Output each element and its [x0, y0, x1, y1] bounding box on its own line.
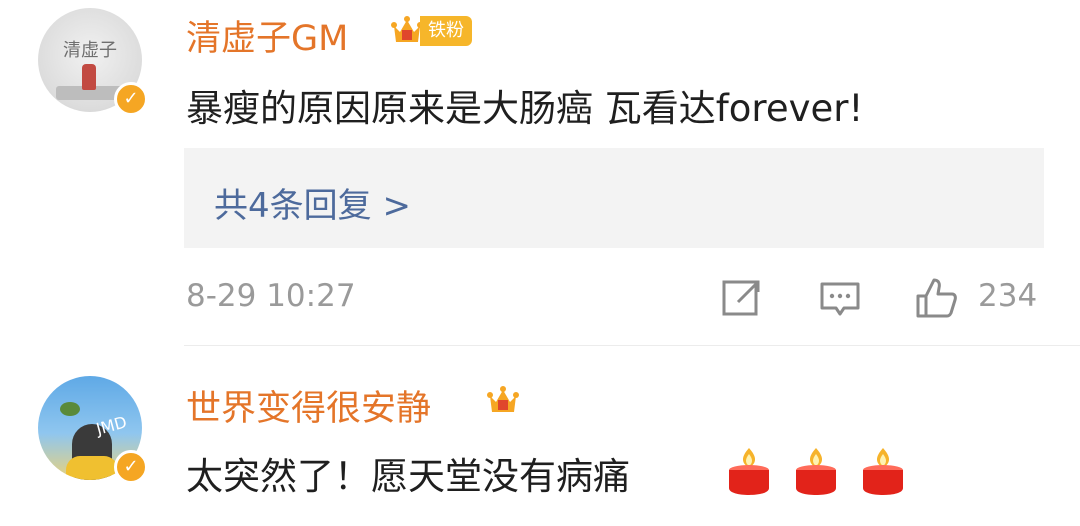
candle-icon	[729, 448, 769, 495]
emoji-group	[726, 446, 922, 496]
verified-v-icon: ✓	[114, 450, 148, 484]
comment-item: JMD ✓ 世界变得很安静 太突然了！愿天堂没有病痛	[0, 346, 1080, 526]
like-count: 234	[978, 278, 1038, 314]
reply-summary-box[interactable]: 共4条回复 >	[184, 148, 1044, 248]
view-replies-link[interactable]: 共4条回复 >	[214, 178, 411, 227]
crown-badge-icon	[391, 16, 423, 42]
avatar-decoration	[60, 402, 80, 416]
username[interactable]: 世界变得很安静	[186, 380, 431, 431]
candle-icon	[863, 448, 904, 495]
avatar[interactable]: 清虚子 ✓	[38, 8, 148, 116]
comment-text: 太突然了！愿天堂没有病痛	[186, 455, 630, 498]
comment-time: 8-29 10:27	[186, 278, 356, 314]
avatar[interactable]: JMD ✓	[38, 376, 148, 484]
username[interactable]: 清虚子GM	[186, 10, 348, 61]
like-icon[interactable]	[914, 276, 958, 320]
avatar-text: JMD	[94, 412, 129, 439]
comment-text: 暴瘦的原因原来是大肠癌 瓦看达forever!	[186, 87, 864, 130]
crown-badge-icon	[487, 386, 519, 412]
share-icon[interactable]	[720, 276, 764, 320]
verified-v-icon: ✓	[114, 82, 148, 116]
avatar-decoration	[66, 456, 118, 480]
comment-icon[interactable]	[818, 276, 862, 320]
avatar-text: 清虚子	[63, 40, 117, 61]
fan-badge: 铁粉	[420, 16, 472, 46]
avatar-decoration	[82, 64, 96, 90]
comment-item: 清虚子 ✓ 清虚子GM 铁粉 暴瘦的原因原来是大肠癌 瓦看达forever! 共…	[0, 0, 1080, 346]
candle-icon	[796, 448, 837, 495]
